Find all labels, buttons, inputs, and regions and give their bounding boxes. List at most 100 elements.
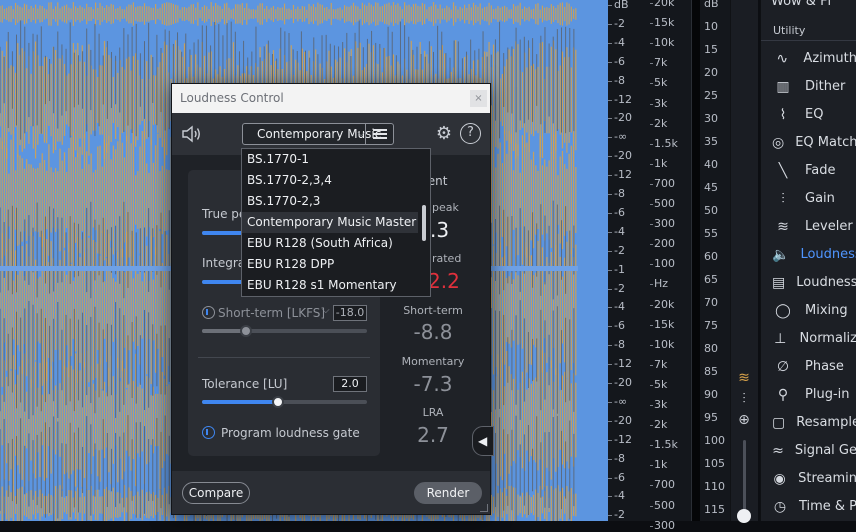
waveform-view-icon[interactable]: ⫶	[734, 391, 754, 409]
module-item-signal-ge[interactable]: ≈ Signal Ge	[761, 436, 856, 464]
ruler-tick-label: -20	[614, 413, 632, 427]
module-item-normaliz[interactable]: ⊥ Normaliz	[761, 324, 856, 352]
ruler-tick-label: -2	[614, 16, 625, 30]
dialog-titlebar[interactable]: Loudness Control ×	[172, 84, 490, 113]
ruler-tick-mark	[650, 425, 653, 427]
module-item-label: Azimuth	[803, 50, 856, 66]
module-item-loudness[interactable]: 🔈 Loudness	[761, 240, 856, 268]
ruler-tick-label: 35	[704, 135, 718, 148]
ruler-tick-label: 110	[704, 480, 725, 493]
ruler-tick-mark	[608, 477, 612, 479]
module-item-gain[interactable]: ⫶ Gain	[761, 184, 856, 212]
speaker-icon[interactable]	[180, 124, 204, 144]
spectrogram-view-icon[interactable]: ≋	[734, 370, 754, 388]
short-term-value-field[interactable]: -18.0	[333, 305, 367, 321]
dropdown-option[interactable]: BS.1770-2,3,4	[242, 170, 418, 191]
panel-divider	[198, 357, 370, 358]
ruler-tick-label: 105	[704, 457, 725, 470]
module-item-mixing[interactable]: ◯ Mixing	[761, 296, 856, 324]
ruler-tick-label: 5k	[654, 377, 668, 391]
ruler-tick-label: 15	[704, 43, 718, 56]
module-item-wow-flutter[interactable]: Wow & Fl	[771, 0, 831, 9]
ruler-tick-label: 1k	[654, 458, 668, 472]
ruler-tick-mark	[608, 515, 612, 517]
tolerance-slider[interactable]	[202, 396, 367, 408]
ruler-tick-mark	[650, 23, 653, 25]
preset-dropdown-list: BS.1770-1 BS.1770-2,3,4 BS.1770-2,3 Contemp…	[241, 148, 431, 297]
tolerance-slider-knob[interactable]	[272, 396, 284, 408]
level-meter	[692, 0, 700, 521]
module-item-label: Mixing	[805, 302, 848, 318]
ruler-tick-label: 15k	[654, 317, 675, 331]
ruler-tick-label: -6	[614, 54, 625, 68]
collapse-panel-button[interactable]: ◀	[472, 426, 494, 456]
true-peak-measure-value: .3	[430, 218, 450, 242]
module-item-phase[interactable]: ∅ Phase	[761, 352, 856, 380]
ruler-tick-label: -12	[614, 357, 632, 371]
help-icon[interactable]: ?	[460, 123, 481, 144]
module-item-eq-match[interactable]: ◎ EQ Match	[761, 128, 856, 156]
module-item-azimuth[interactable]: ∿ Azimuth	[761, 44, 856, 72]
ruler-tick-mark	[608, 80, 612, 82]
dropdown-option[interactable]: EBU R128 s1 Momentary	[242, 275, 418, 296]
loudness-icon: 🔈	[772, 247, 790, 263]
normalize-icon: ⊥	[774, 331, 787, 347]
ruler-tick-label: 20k	[654, 297, 675, 311]
ruler-tick-label: -8	[614, 187, 625, 200]
time-pitch-icon: ◷	[773, 499, 787, 515]
ruler-tick-mark	[608, 439, 612, 441]
dropdown-option[interactable]: BS.1770-2,3	[242, 191, 418, 212]
ruler-tick-label: 7k	[654, 56, 668, 70]
ruler-tick-label: 3k	[654, 96, 668, 110]
streaming-icon: ◉	[773, 471, 786, 487]
ruler-tick-label: -8	[614, 338, 625, 352]
short-term-slider-knob[interactable]	[240, 325, 252, 337]
module-item-streamin[interactable]: ◉ Streamin	[761, 464, 856, 492]
integrated-label: Integra	[202, 256, 246, 270]
program-loudness-gate-toggle[interactable]	[202, 426, 215, 439]
ruler-tick-label: 50	[704, 204, 718, 217]
ruler-tick-label: 20k	[654, 0, 675, 9]
ruler-tick-label: 85	[704, 365, 718, 378]
ruler-tick-label: -2	[614, 281, 625, 295]
preset-dropdown[interactable]: Contemporary Music ⌵	[242, 123, 394, 145]
render-button[interactable]: Render	[414, 482, 482, 504]
ruler-tick-mark	[650, 364, 653, 366]
ruler-tick-label: -6	[614, 319, 625, 333]
chevron-down-icon[interactable]: ⌵	[322, 305, 330, 316]
ruler-tick-label: 7k	[654, 357, 668, 371]
zoom-icon[interactable]: ⊕	[734, 412, 754, 430]
resample-icon: ▢	[772, 415, 786, 431]
leveler-icon: ≋	[777, 219, 789, 235]
module-item-loudness[interactable]: ▤ Loudness	[761, 268, 856, 296]
gear-icon[interactable]: ⚙	[433, 123, 455, 145]
dropdown-option[interactable]: BS.1770-1	[242, 149, 418, 170]
preset-menu-button[interactable]	[365, 123, 393, 145]
dropdown-option[interactable]: EBU R128 DPP	[242, 254, 418, 275]
module-item-fade[interactable]: ╲ Fade	[761, 156, 856, 184]
resize-grip-icon[interactable]	[480, 504, 488, 512]
module-item-plug-in[interactable]: ⚲ Plug-in	[761, 380, 856, 408]
dropdown-scrollbar[interactable]	[422, 205, 426, 241]
module-item-dither[interactable]: ▥ Dither	[761, 72, 856, 100]
dropdown-option[interactable]: EBU R128 (South Africa)	[242, 233, 418, 254]
momentary-measure-label: Momentary	[401, 355, 465, 368]
dialog-footer: Compare Render	[172, 471, 490, 514]
ruler-tick-label: Hz	[654, 277, 669, 291]
module-item-eq[interactable]: ⌇ EQ	[761, 100, 856, 128]
ruler-tick-mark	[608, 420, 612, 422]
ruler-tick-mark	[608, 137, 612, 139]
compare-button[interactable]: Compare	[182, 482, 250, 504]
program-loudness-gate-label: Program loudness gate	[221, 426, 360, 440]
module-item-time-p[interactable]: ◷ Time & P	[761, 492, 856, 520]
ruler-tick-label: -8	[614, 73, 625, 87]
ruler-tick-label: 65	[704, 273, 718, 286]
short-term-slider[interactable]	[202, 325, 367, 337]
module-item-resample[interactable]: ▢ Resample	[761, 408, 856, 436]
dropdown-option[interactable]: Contemporary Music Master	[242, 212, 418, 233]
short-term-toggle[interactable]	[202, 306, 215, 319]
tolerance-value-field[interactable]: 2.0	[333, 376, 367, 392]
module-item-label: Plug-in	[805, 386, 850, 402]
module-item-leveler[interactable]: ≋ Leveler	[761, 212, 856, 240]
close-button[interactable]: ×	[470, 90, 487, 107]
